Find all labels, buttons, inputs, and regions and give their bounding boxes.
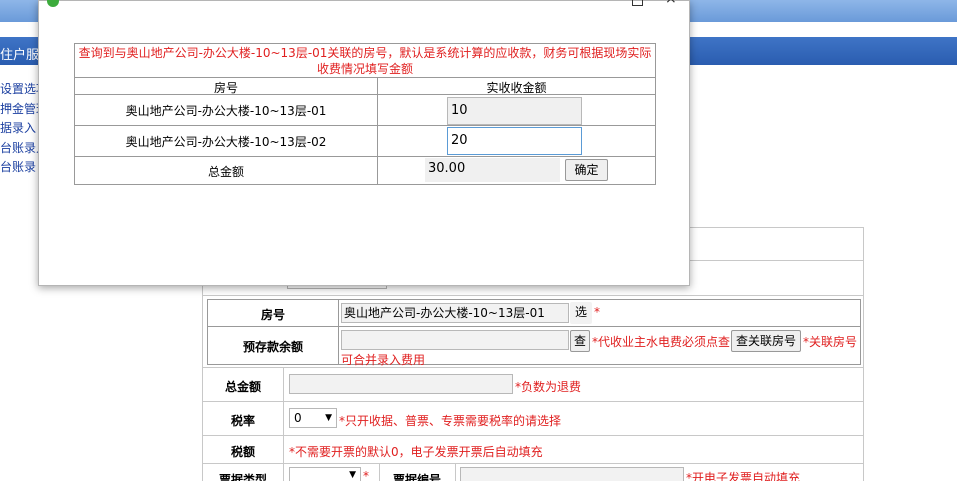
tax-note: *只开收据、普票、专票需要税率的请选择 (339, 414, 562, 428)
amount-input[interactable]: 10 (447, 97, 582, 125)
related-room-table: 查询到与奥山地产公司-办公大楼-10~13层-01关联的房号，默认是系统计算的应… (74, 43, 656, 185)
amount-input-focused[interactable]: 20 (447, 127, 582, 155)
tax-select-value: 0 (294, 411, 302, 425)
taxamt-note: *不需要开票的默认0，电子发票开票后自动填充 (289, 445, 543, 459)
total-input[interactable] (289, 374, 513, 394)
total-label: 总金额 (224, 380, 261, 394)
room-cell: 奥山地产公司-办公大楼-10~13层-02 (125, 135, 327, 149)
app-icon (47, 0, 59, 7)
balance-label: 预存款余额 (242, 340, 303, 354)
room-subtable: 房号 奥山地产公司-办公大楼-10~13层-01 选 * 预存款余额 查 *代收… (207, 299, 861, 367)
total-note: *负数为退费 (515, 380, 582, 394)
confirm-button[interactable]: 确定 (565, 159, 608, 181)
related-room-dialog: × 查询到与奥山地产公司-办公大楼-10~13层-01关联的房号，默认是系统计算… (38, 0, 690, 286)
related-room-button[interactable]: 查关联房号 (731, 330, 801, 352)
close-icon[interactable]: × (665, 0, 677, 7)
total-amount-label: 总金额 (207, 165, 244, 179)
chevron-down-icon: ▼ (349, 470, 356, 480)
ticket-no-input[interactable] (460, 467, 684, 481)
room-cell: 奥山地产公司-办公大楼-10~13层-01 (125, 104, 327, 118)
room-label: 房号 (260, 308, 285, 322)
chevron-down-icon: ▼ (325, 413, 332, 423)
form-row-total: 总金额 *负数为退费 (203, 368, 863, 402)
room-input[interactable]: 奥山地产公司-办公大楼-10~13层-01 (341, 303, 569, 323)
balance-note: *代收业主水电费必须点查 (592, 335, 731, 349)
required-mark: * (363, 469, 369, 481)
required-mark: * (594, 305, 600, 319)
balance-input[interactable] (341, 330, 569, 350)
related-note-2: 可合并录入费用 (341, 353, 426, 367)
form-row-taxamt: 税额 *不需要开票的默认0，电子发票开票后自动填充 (203, 436, 863, 464)
dialog-notice: 查询到与奥山地产公司-办公大楼-10~13层-01关联的房号，默认是系统计算的应… (78, 46, 652, 76)
taxamt-label: 税额 (230, 445, 255, 459)
query-button[interactable]: 查 (570, 330, 590, 352)
dialog-titlebar: × (39, 0, 689, 9)
tax-label: 税率 (230, 414, 255, 428)
ticket-type-select[interactable]: ▼ (289, 467, 361, 481)
form-row-room-group: 房号 奥山地产公司-办公大楼-10~13层-01 选 * 预存款余额 查 *代收… (203, 296, 863, 368)
maximize-icon[interactable] (632, 0, 643, 6)
select-room-button[interactable]: 选 (570, 302, 592, 324)
tax-select[interactable]: 0 ▼ (289, 408, 337, 428)
nav-title[interactable]: 住户服 (0, 44, 39, 63)
total-amount-value: 30.00 (425, 158, 560, 182)
related-note: *关联房号 (803, 335, 858, 349)
form-row-ticket: 票据类型 ▼ * 票据编号 *开电子发票自动填充 (203, 464, 863, 481)
form-row-tax: 税率 0 ▼ *只开收据、普票、专票需要税率的请选择 (203, 402, 863, 436)
ticket-no-note: *开电子发票自动填充 (686, 471, 801, 481)
